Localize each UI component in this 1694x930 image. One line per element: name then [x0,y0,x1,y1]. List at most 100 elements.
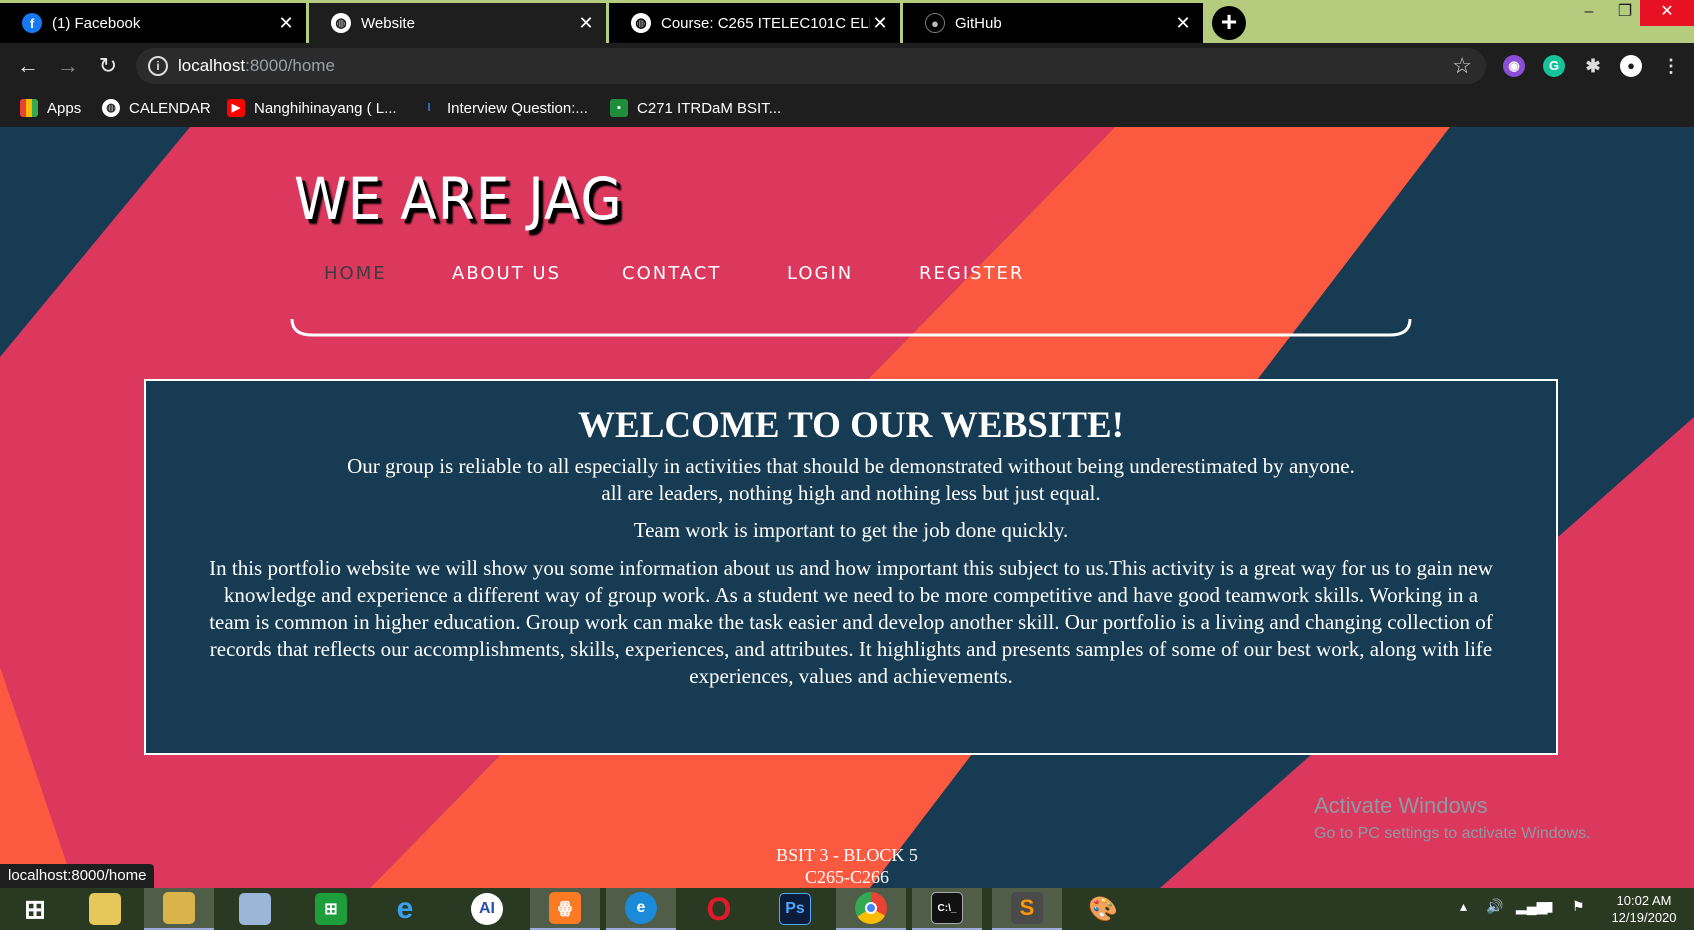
bookmark-youtube[interactable]: ▶ Nanghihinayang ( L... [227,97,397,119]
bookmark-classroom[interactable]: ▪ C271 ITRDaM BSIT... [610,97,781,119]
bookmark-apps[interactable]: Apps [20,97,81,119]
address-bar[interactable]: i localhost:8000/home ☆ [136,48,1486,84]
welcome-title: WELCOME TO OUR WEBSITE! [578,405,1124,446]
tab-strip: f (1) Facebook ✕ ◍ Website ✕ ◍ Course: C… [0,0,1694,43]
bookmark-interview[interactable]: ǀ Interview Question:... [420,97,588,119]
footer-line-1: BSIT 3 - BLOCK 5 [776,845,918,865]
notepad-icon [239,893,271,925]
nav-register[interactable]: REGISTER [919,263,1024,284]
clock-date: 12/19/2020 [1611,910,1677,925]
extension-icon[interactable]: ◉ [1503,55,1525,77]
tab-website[interactable]: ◍ Website ✕ [309,3,606,43]
bookmarks-bar: Apps ◍ CALENDAR ▶ Nanghihinayang ( L... … [0,89,1694,127]
window-close-icon[interactable]: ✕ [1640,0,1694,26]
web-page: WE ARE JAG HOME ABOUT US CONTACT LOGIN R… [0,127,1694,888]
taskbar-file-explorer[interactable] [70,888,140,930]
puzzle-extensions-icon[interactable]: ✱ [1582,55,1604,77]
taskbar-library[interactable] [144,888,214,930]
xampp-icon: ꙮ [549,892,581,924]
activate-windows-watermark: Activate Windows Go to PC settings to ac… [1314,793,1591,843]
reload-icon[interactable]: ↻ [94,52,122,80]
close-icon[interactable]: ✕ [870,13,890,34]
taskbar-paint[interactable]: 🎨 [1068,888,1138,930]
tab-facebook[interactable]: f (1) Facebook ✕ [0,3,306,43]
facebook-icon: f [22,13,42,33]
tab-title: Website [361,14,415,32]
battery-icon[interactable]: ▮ [1546,898,1554,915]
kebab-menu-icon[interactable]: ⋮ [1660,55,1682,77]
nav-home[interactable]: HOME [324,263,387,284]
show-hidden-icons[interactable]: ▴ [1460,898,1467,915]
clock-time: 10:02 AM [1616,893,1672,908]
chrome-icon [855,892,887,924]
close-icon[interactable]: ✕ [1173,13,1193,34]
github-icon: ● [925,13,945,33]
bookmark-star-icon[interactable]: ☆ [1452,53,1472,79]
url-text: localhost:8000/home [178,56,335,75]
opera-icon: O [706,890,732,927]
nav-contact[interactable]: CONTACT [622,263,721,284]
close-icon[interactable]: ✕ [276,13,296,34]
taskbar-terminal[interactable]: C:\_ [912,888,982,930]
profile-icon[interactable]: ● [1620,55,1642,77]
welcome-box: WELCOME TO OUR WEBSITE! Our group is rel… [144,379,1558,755]
tab-title: (1) Facebook [52,14,141,32]
site-logo[interactable]: WE ARE JAG [294,165,623,233]
volume-icon[interactable]: 🔊 [1486,898,1503,915]
bookmark-calendar[interactable]: ◍ CALENDAR [102,97,211,119]
intro-line-2: all are leaders, nothing high and nothin… [601,481,1101,505]
portfolio-text: In this portfolio website we will show y… [209,556,1493,688]
tab-title: GitHub [955,14,1002,32]
taskbar-sublime[interactable]: S [992,888,1062,930]
taskbar-photoshop[interactable]: Ps [760,888,830,930]
windows-taskbar: ⊞ ⊞ e AI ꙮ e O Ps C:\_ S 🎨 ▴ 🔊 ▂▄▆ ▮ ⚑ 1… [0,888,1694,930]
taskbar-edge[interactable]: e [606,888,676,930]
grammarly-icon[interactable]: G [1543,55,1565,77]
taskbar-opera[interactable]: O [684,888,754,930]
taskbar-internet-explorer[interactable]: e [370,888,440,930]
bookmark-label: Interview Question:... [447,99,588,117]
taskbar-clock[interactable]: 10:02 AM 12/19/2020 [1604,892,1684,926]
taskbar-store[interactable]: ⊞ [296,888,366,930]
tab-course[interactable]: ◍ Course: C265 ITELEC101C ELECTI ✕ [609,3,900,43]
taskbar-chrome[interactable] [836,888,906,930]
back-icon[interactable]: ← [14,52,42,80]
logo-underline [290,318,1412,337]
nav-login[interactable]: LOGIN [787,263,853,284]
folder-icon [89,893,121,925]
globe-icon: ◍ [102,99,120,117]
nav-about-us[interactable]: ABOUT US [452,263,561,284]
tab-github[interactable]: ● GitHub ✕ [903,3,1203,43]
apps-grid-icon [20,99,38,117]
network-icon[interactable]: ▂▄▆ [1516,898,1547,915]
windows-logo-icon: ⊞ [24,893,46,924]
bookmark-label: Apps [47,99,82,117]
ai-icon: AI [471,893,503,925]
youtube-icon: ▶ [227,99,245,117]
store-icon: ⊞ [315,893,347,925]
bookmark-icon: ǀ [420,99,438,117]
status-url-bubble: localhost:8000/home [0,864,155,888]
watermark-title: Activate Windows [1314,793,1488,818]
footer-line-2: C265-C266 [804,867,889,887]
site-footer: BSIT 3 - BLOCK 5 C265-C266 [0,844,1694,888]
start-button[interactable]: ⊞ [0,888,70,930]
site-info-icon[interactable]: i [148,56,168,76]
close-icon[interactable]: ✕ [576,13,596,34]
watermark-subtitle: Go to PC settings to activate Windows. [1314,825,1591,842]
tab-title: Course: C265 ITELEC101C ELECTI [661,14,870,32]
bookmark-label: CALENDAR [129,99,211,117]
taskbar-notepad[interactable] [220,888,290,930]
sublime-text-icon: S [1011,892,1043,924]
globe-icon: ◍ [631,13,651,33]
new-tab-button[interactable]: + [1212,6,1246,40]
forward-icon[interactable]: → [54,52,82,80]
internet-explorer-icon: e [396,892,414,925]
terminal-icon: C:\_ [931,892,963,924]
globe-icon: ◍ [331,13,351,33]
taskbar-xampp[interactable]: ꙮ [530,888,600,930]
action-center-icon[interactable]: ⚑ [1572,898,1585,915]
taskbar-illustrator[interactable]: AI [452,888,522,930]
intro-line-1: Our group is reliable to all especially … [347,454,1355,478]
photoshop-icon: Ps [779,893,811,925]
